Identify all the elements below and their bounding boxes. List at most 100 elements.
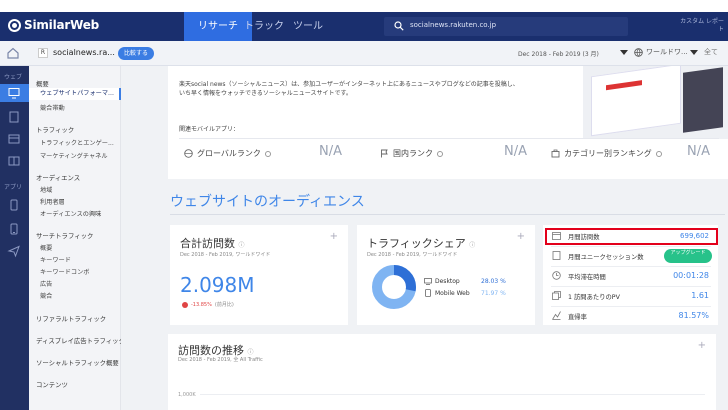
app-frame: SimilarWeb リサーチ トラック ツール socialnews.raku… bbox=[0, 0, 728, 410]
country-rank: 国内ランク bbox=[380, 148, 443, 159]
top-navigation-bar: SimilarWeb リサーチ トラック ツール socialnews.raku… bbox=[0, 12, 728, 41]
metric-label: 平均滞在時間 bbox=[568, 274, 606, 281]
metric-value: 81.57% bbox=[678, 311, 709, 320]
sidebar-item-marketing-channels[interactable]: マーケティングチャネル bbox=[40, 151, 108, 160]
custom-report-link[interactable]: カスタム レポート bbox=[678, 18, 724, 34]
sidebar-section-display-ads[interactable]: ディスプレイ広告トラフィック bbox=[36, 336, 125, 345]
rail-label-apps: アプリ bbox=[4, 184, 23, 191]
brand-logo[interactable]: SimilarWeb bbox=[8, 18, 99, 32]
total-visits-title: 合計訪問数 ⓘ bbox=[180, 235, 245, 251]
clock-icon bbox=[552, 271, 561, 280]
traffic-share-subtitle: Dec 2018 - Feb 2019, ワールドワイド bbox=[367, 252, 458, 258]
bounce-icon bbox=[552, 311, 561, 320]
chevron-down-icon[interactable] bbox=[690, 50, 698, 55]
mobile-legend-value: 71.97 % bbox=[481, 290, 506, 297]
sidebar-section-referral-traffic[interactable]: リファラルトラフィック bbox=[36, 314, 106, 323]
info-icon[interactable]: ⓘ bbox=[248, 349, 254, 356]
sidebar-item-website-performance[interactable]: ウェブサイトパフォーマ... bbox=[29, 88, 121, 100]
sidebar-section-social-traffic[interactable]: ソーシャルトラフィック概要 bbox=[36, 358, 119, 367]
metric-value: 1.61 bbox=[691, 291, 709, 300]
metric-row-pages-per-visit: 1 訪問あたりのPV 1.61 bbox=[543, 285, 718, 307]
add-to-dashboard-icon[interactable]: + bbox=[330, 231, 338, 242]
upgrade-button[interactable]: アップグレード bbox=[664, 249, 712, 263]
region-label: ワールドワ... bbox=[646, 48, 688, 56]
metric-label: 月間ユニークセッション数 bbox=[568, 254, 644, 261]
document-icon[interactable] bbox=[7, 110, 21, 124]
sidebar-item-ads[interactable]: 広告 bbox=[40, 279, 52, 288]
info-icon[interactable] bbox=[264, 150, 271, 157]
global-rank: グローバルランク bbox=[184, 148, 271, 159]
sidebar-item-search-overview[interactable]: 概要 bbox=[40, 243, 52, 252]
delta-note: (前月比) bbox=[214, 302, 234, 308]
screenshot-header-bar bbox=[606, 80, 642, 91]
screenshot-desktop bbox=[591, 66, 681, 137]
global-rank-label: グローバルランク bbox=[197, 149, 261, 158]
sidebar-item-audience-interests[interactable]: オーディエンスの興味 bbox=[40, 209, 101, 218]
category-rank-value: N/A bbox=[687, 144, 710, 159]
site-name[interactable]: socialnews.ra... bbox=[53, 48, 115, 57]
category-rank: カテゴリー別ランキング bbox=[551, 148, 662, 159]
site-screenshot[interactable] bbox=[583, 66, 728, 139]
sidebar-item-keyword-combo[interactable]: キーワードコンボ bbox=[40, 267, 90, 276]
globe-icon bbox=[184, 149, 193, 158]
total-visits-delta: -13.85% (前月比) bbox=[182, 301, 234, 308]
screenshot-mobile bbox=[683, 67, 723, 133]
info-icon[interactable] bbox=[437, 150, 443, 157]
total-visits-card: 合計訪問数 ⓘ Dec 2018 - Feb 2019, ワールドワイド + 2… bbox=[170, 225, 348, 325]
app-icon[interactable] bbox=[7, 198, 21, 212]
icon-rail: ウェブ アプリ bbox=[0, 66, 29, 410]
globe-icon bbox=[634, 47, 643, 57]
total-visits-subtitle: Dec 2018 - Feb 2019, ワールドワイド bbox=[180, 252, 271, 258]
category-rank-label: カテゴリー別ランキング bbox=[564, 149, 652, 158]
desktop-legend-label: Desktop bbox=[435, 278, 460, 285]
country-rank-label: 国内ランク bbox=[393, 149, 433, 158]
site-overview-card: 楽天social news（ソーシャルニュース）は、参加ユーザーがインターネット… bbox=[168, 66, 728, 179]
info-icon[interactable] bbox=[655, 150, 662, 157]
sidebar-item-search-competitors[interactable]: 競合 bbox=[40, 291, 52, 300]
send-icon[interactable] bbox=[7, 244, 21, 258]
sidebar-section-audience[interactable]: オーディエンス bbox=[36, 173, 80, 182]
table-icon[interactable] bbox=[7, 154, 21, 168]
sidebar-section-overview[interactable]: 概要 bbox=[36, 79, 49, 88]
divider bbox=[179, 138, 719, 139]
date-range-select[interactable]: Dec 2018 - Feb 2019 (3 月) bbox=[518, 49, 599, 58]
flag-icon bbox=[381, 149, 388, 158]
traffic-share-title-text: トラフィックシェア bbox=[367, 237, 466, 250]
traffic-type-select[interactable]: 全て bbox=[704, 47, 718, 57]
sidebar-item-geography[interactable]: 地域 bbox=[40, 185, 52, 194]
add-to-dashboard-icon[interactable]: + bbox=[517, 231, 525, 242]
metric-label: 1 訪問あたりのPV bbox=[568, 294, 620, 301]
home-icon[interactable] bbox=[6, 46, 20, 60]
sidebar-section-search-traffic[interactable]: サーチトラフィック bbox=[36, 231, 93, 240]
sidebar-item-demographics[interactable]: 利用者層 bbox=[40, 197, 65, 206]
tab-tools[interactable]: ツール bbox=[279, 12, 337, 41]
sidebar-item-traffic-engagement[interactable]: トラフィックとエンゲー... bbox=[40, 138, 114, 147]
layers-icon[interactable] bbox=[7, 132, 21, 146]
site-search-input[interactable]: socialnews.rakuten.co.jp bbox=[384, 17, 628, 36]
info-icon[interactable]: ⓘ bbox=[239, 242, 245, 249]
y-axis-tick: 1,000K bbox=[178, 392, 196, 398]
down-arrow-icon bbox=[182, 301, 188, 308]
desktop-icon bbox=[424, 278, 432, 285]
desktop-legend-value: 28.03 % bbox=[481, 278, 506, 285]
brand-name: SimilarWeb bbox=[24, 18, 100, 32]
monitor-icon bbox=[8, 88, 20, 99]
sidebar-item-keywords[interactable]: キーワード bbox=[40, 255, 71, 264]
compare-button[interactable]: 比較する bbox=[118, 47, 155, 60]
phone-icon[interactable] bbox=[7, 222, 21, 236]
sidebar-section-content[interactable]: コンテンツ bbox=[36, 380, 68, 389]
sidebar: 概要 ウェブサイトパフォーマ... 競合帯動 トラフィック トラフィックとエンゲ… bbox=[29, 66, 125, 410]
sidebar-item-competitors[interactable]: 競合帯動 bbox=[40, 103, 65, 112]
audience-section-title: ウェブサイトのオーディエンス bbox=[170, 194, 365, 210]
related-apps-label: 関連モバイルアプリ： bbox=[179, 126, 240, 133]
sidebar-section-traffic[interactable]: トラフィック bbox=[36, 125, 74, 134]
region-select[interactable]: ワールドワ... bbox=[634, 47, 688, 57]
info-icon[interactable]: ⓘ bbox=[469, 242, 475, 249]
mobile-legend-label: Mobile Web bbox=[435, 290, 470, 297]
visits-trend-subtitle: Dec 2018 - Feb 2019, 全 All Traffic bbox=[178, 357, 263, 363]
traffic-share-title: トラフィックシェア ⓘ bbox=[367, 235, 475, 251]
metric-label: 直帰率 bbox=[568, 314, 587, 321]
add-to-dashboard-icon[interactable]: + bbox=[698, 340, 706, 351]
chevron-down-icon[interactable] bbox=[620, 50, 628, 55]
similarweb-logo-icon bbox=[8, 18, 21, 32]
